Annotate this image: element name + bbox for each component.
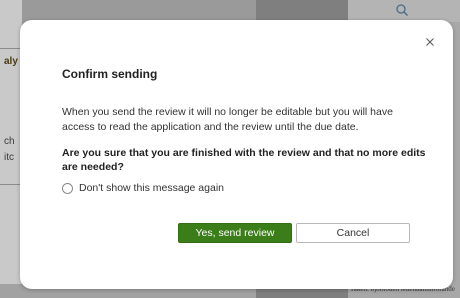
dont-show-again-checkbox[interactable] <box>62 182 73 194</box>
cancel-button[interactable]: Cancel <box>296 223 410 243</box>
background-left-text: aly <box>4 56 18 67</box>
dialog-title: Confirm sending <box>62 67 158 81</box>
close-button[interactable] <box>423 35 437 49</box>
page: aly ch itc a: sn or ec Taken: björnöden … <box>0 0 460 298</box>
search-icon <box>396 4 408 16</box>
dialog-question-text: Are you sure that you are finished with … <box>62 147 426 173</box>
background-left-text: itc <box>4 152 14 163</box>
dont-show-again-option[interactable]: Don't show this message again <box>62 182 224 194</box>
background-left-text: ch <box>4 136 15 147</box>
background-left-panel <box>0 0 22 298</box>
background-divider <box>0 184 22 185</box>
send-review-button[interactable]: Yes, send review <box>178 223 292 243</box>
background-divider <box>0 48 22 49</box>
close-icon <box>426 38 434 46</box>
dont-show-again-label: Don't show this message again <box>79 182 225 194</box>
confirm-sending-dialog: Confirm sending When you send the review… <box>20 20 453 289</box>
dialog-body-text: When you send the review it will no long… <box>62 106 393 133</box>
